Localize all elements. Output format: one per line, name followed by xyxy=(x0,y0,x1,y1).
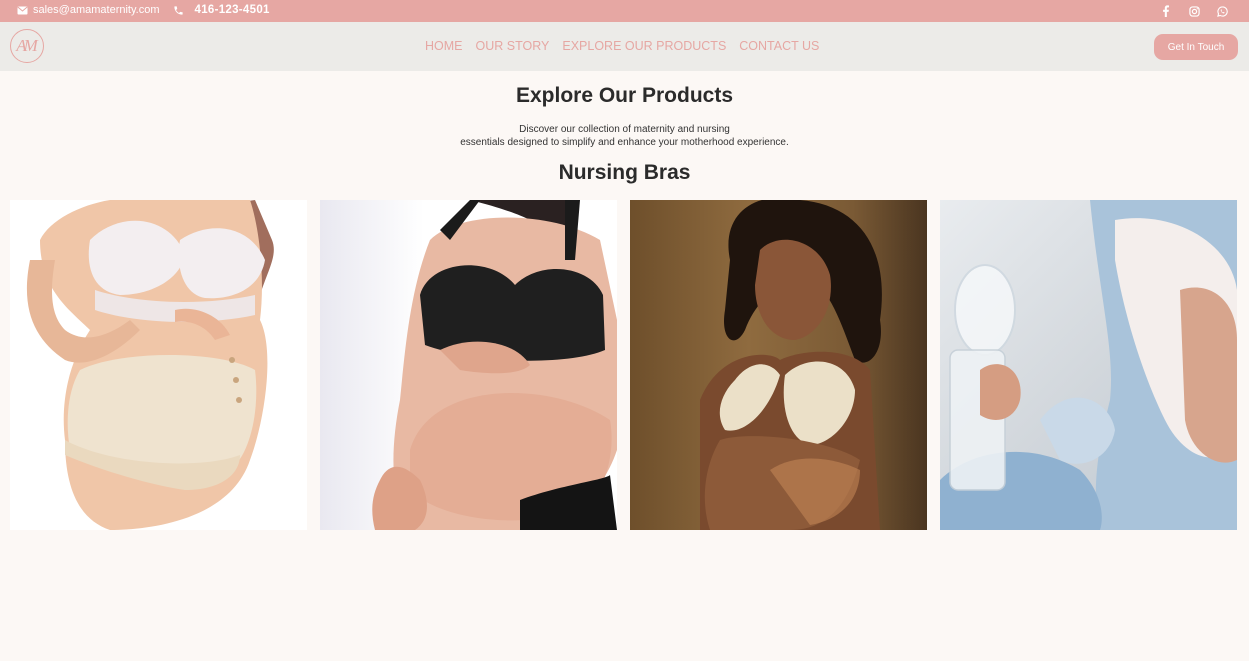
intro-line-2: essentials designed to simplify and enha… xyxy=(460,137,789,148)
product-image-4[interactable] xyxy=(940,200,1237,530)
instagram-icon[interactable] xyxy=(1187,4,1201,18)
main-nav: HOME OUR STORY EXPLORE OUR PRODUCTS CONT… xyxy=(425,39,819,53)
peek-glyphs xyxy=(568,530,573,538)
phone-icon xyxy=(173,5,184,16)
section-title-nursing-bras: Nursing Bras xyxy=(558,161,691,184)
get-in-touch-button[interactable]: Get In Touch xyxy=(1154,34,1238,60)
social-links xyxy=(1159,4,1229,18)
whatsapp-icon[interactable] xyxy=(1215,4,1229,18)
next-section-title-peek xyxy=(568,530,688,538)
page-intro: Discover our collection of maternity and… xyxy=(0,123,1249,149)
nav-home[interactable]: HOME xyxy=(425,39,463,53)
email-link[interactable]: sales@amamaternity.com xyxy=(33,4,160,16)
logo-monogram: AM xyxy=(16,36,37,55)
facebook-icon[interactable] xyxy=(1159,4,1173,18)
product-image-3[interactable] xyxy=(630,200,927,530)
email-icon xyxy=(17,6,28,15)
phone-link[interactable]: 416-123-4501 xyxy=(195,4,270,16)
product-grid xyxy=(10,200,1237,530)
top-contact-bar: sales@amamaternity.com 416-123-4501 xyxy=(0,0,1249,22)
nav-our-story[interactable]: OUR STORY xyxy=(476,39,550,53)
product-image-1[interactable] xyxy=(10,200,307,530)
product-image-2[interactable] xyxy=(320,200,617,530)
page-title: Explore Our Products xyxy=(515,84,734,107)
contact-info: sales@amamaternity.com 416-123-4501 xyxy=(17,4,270,16)
brand-logo[interactable]: AM xyxy=(10,29,44,63)
intro-line-1: Discover our collection of maternity and… xyxy=(519,124,730,135)
site-header: AM HOME OUR STORY EXPLORE OUR PRODUCTS C… xyxy=(0,22,1249,71)
nav-contact-us[interactable]: CONTACT US xyxy=(739,39,819,53)
nav-explore-products[interactable]: EXPLORE OUR PRODUCTS xyxy=(562,39,726,53)
